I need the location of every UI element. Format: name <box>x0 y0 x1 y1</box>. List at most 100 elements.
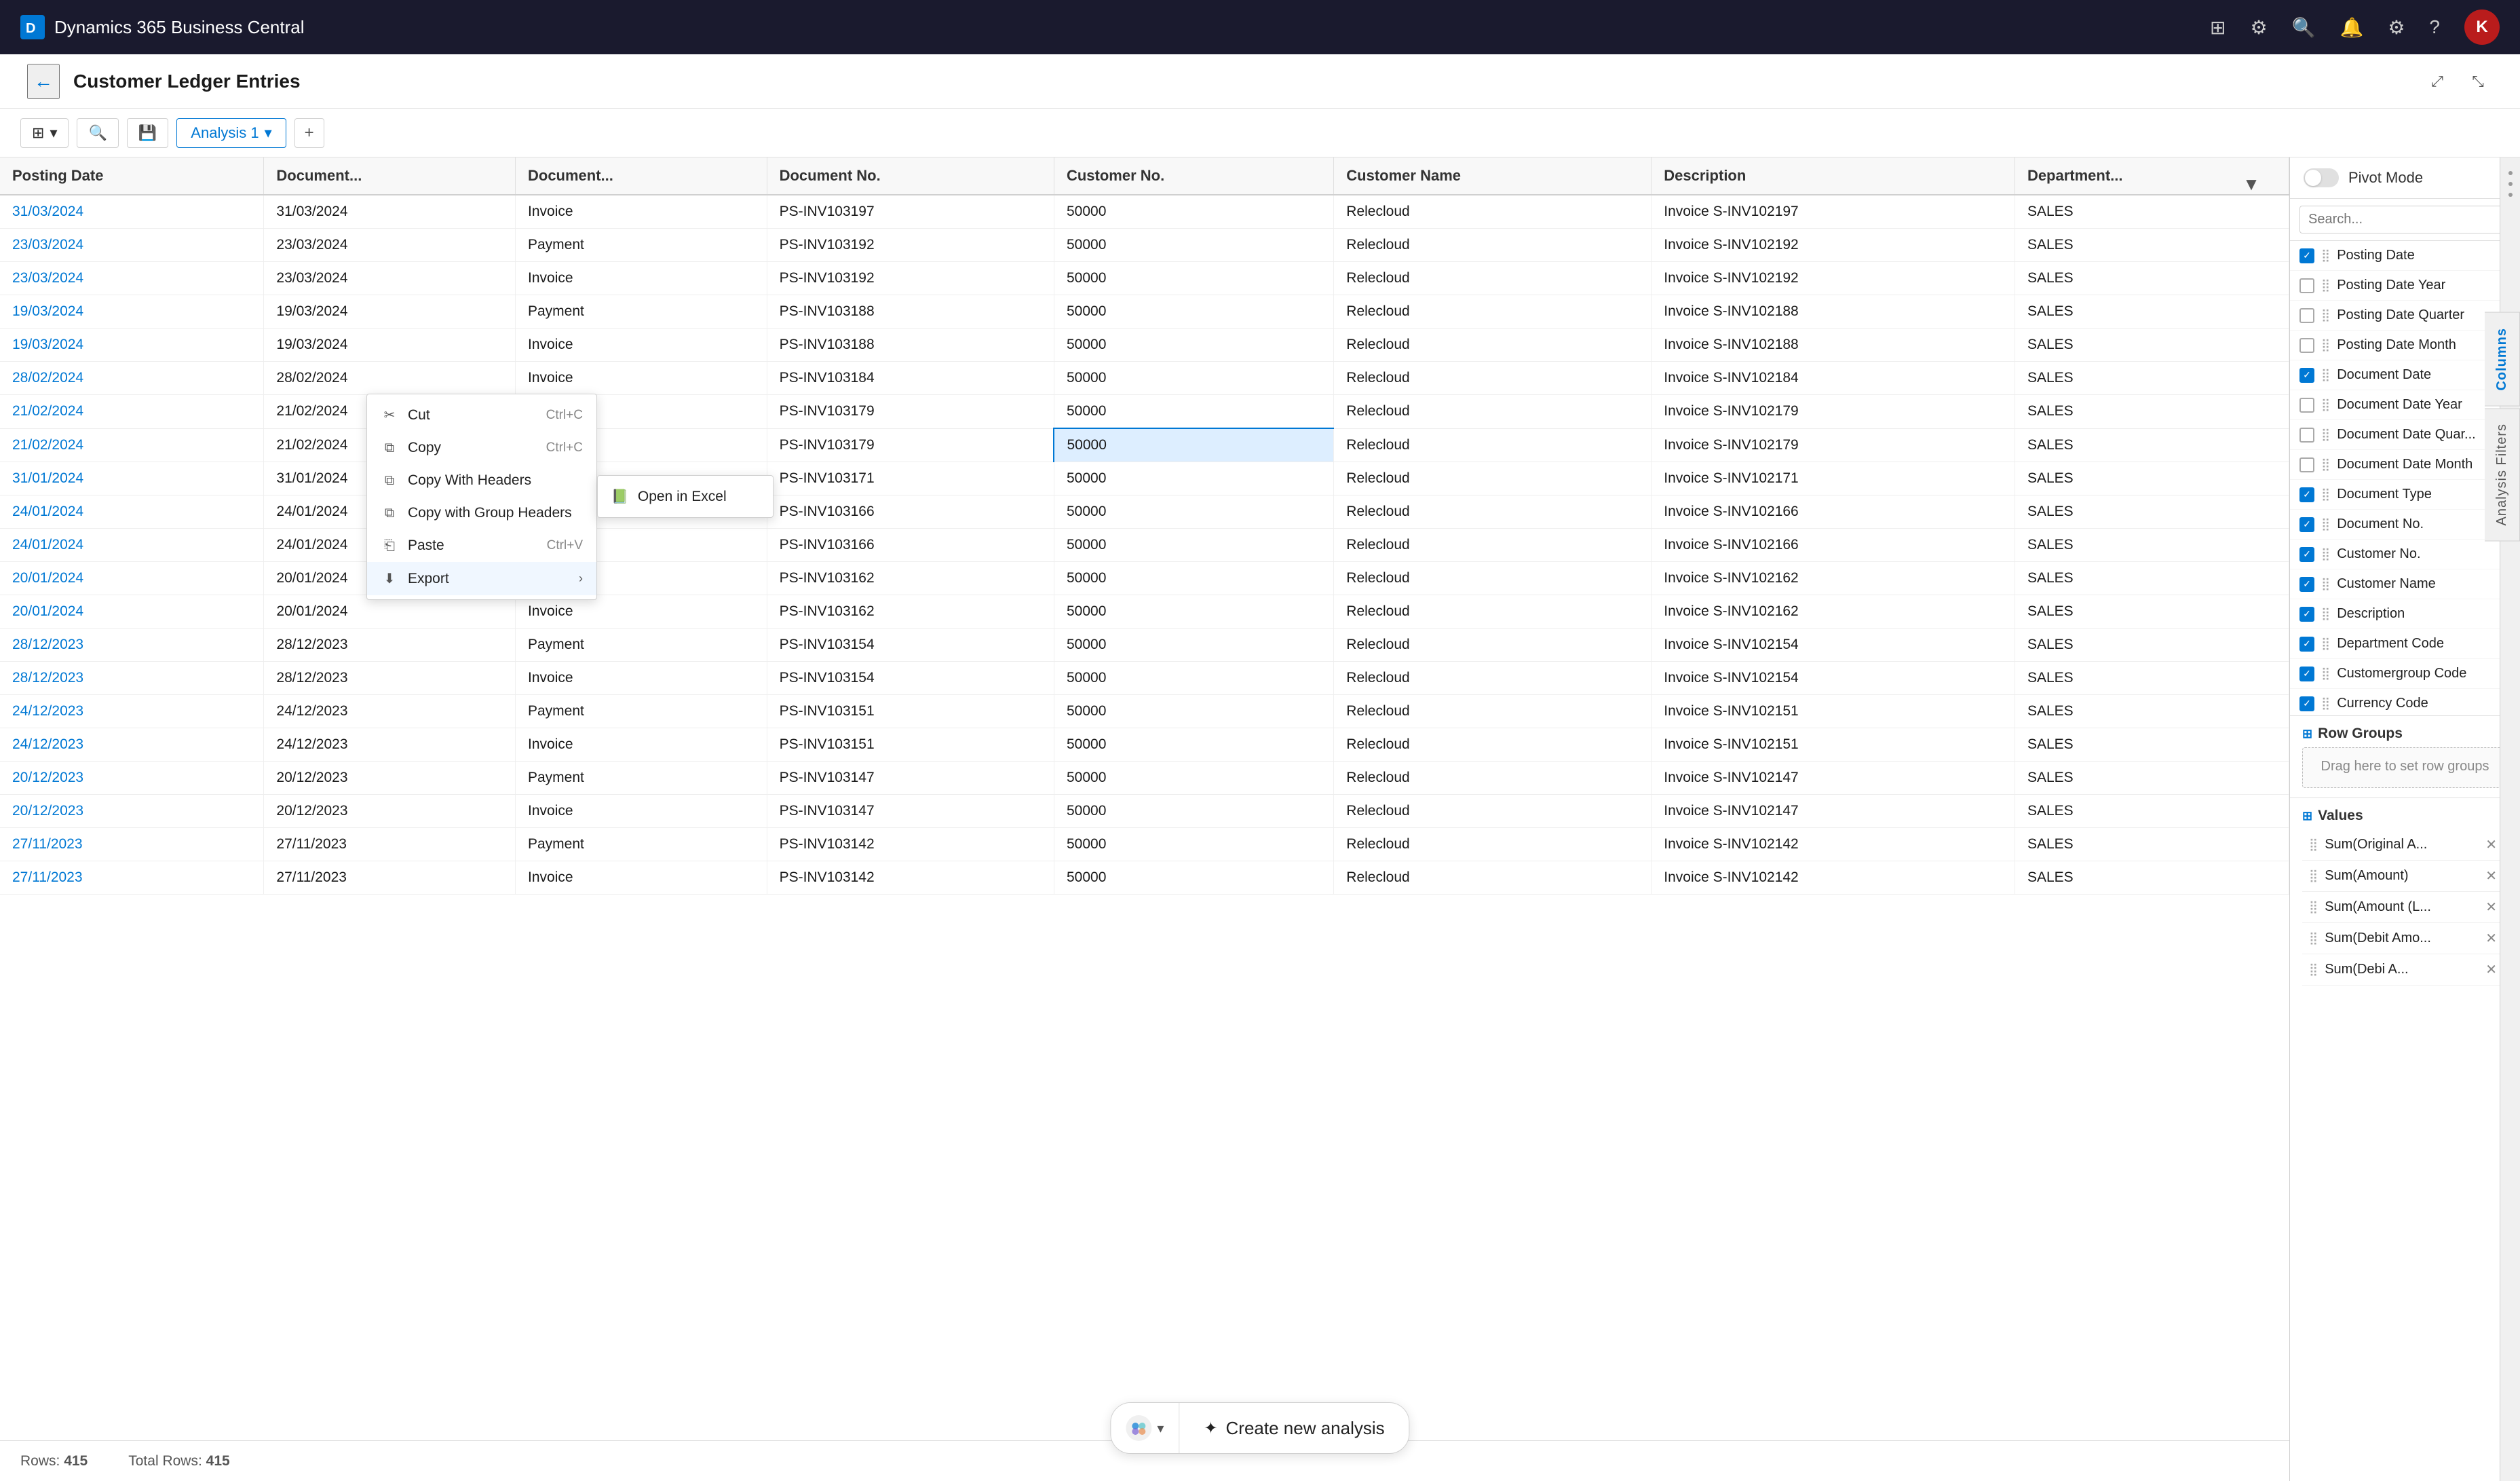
posting-date-link[interactable]: 23/03/2024 <box>12 237 83 252</box>
ctx-copy[interactable]: ⧉ Copy Ctrl+C <box>367 432 596 464</box>
table-row[interactable]: 19/03/2024 19/03/2024 Payment PS-INV1031… <box>0 295 2289 329</box>
value-remove-button[interactable]: ✕ <box>2481 866 2501 886</box>
posting-date-link[interactable]: 31/03/2024 <box>12 204 83 219</box>
posting-date-link[interactable]: 19/03/2024 <box>12 303 83 319</box>
posting-date-link[interactable]: 27/11/2023 <box>12 869 83 885</box>
bell-icon[interactable]: 🔔 <box>2340 16 2363 39</box>
col-header-description[interactable]: Description <box>1652 157 2015 195</box>
value-remove-button[interactable]: ✕ <box>2481 929 2501 948</box>
table-row[interactable]: 28/12/2023 28/12/2023 Invoice PS-INV1031… <box>0 662 2289 695</box>
col-checkbox[interactable]: ✓ <box>2299 547 2314 562</box>
table-row[interactable]: 20/12/2023 20/12/2023 Invoice PS-INV1031… <box>0 795 2289 828</box>
bottom-bar-logo-btn[interactable]: ▾ <box>1111 1403 1179 1453</box>
table-row[interactable]: 20/12/2023 20/12/2023 Payment PS-INV1031… <box>0 762 2289 795</box>
col-checkbox[interactable] <box>2299 398 2314 413</box>
table-row[interactable]: 21/02/2024 21/02/2024 Payment PS-INV1031… <box>0 395 2289 429</box>
posting-date-link[interactable]: 23/03/2024 <box>12 270 83 286</box>
column-list-item[interactable]: ✓ ⣿ Posting Date <box>2290 241 2520 271</box>
table-row[interactable]: 31/03/2024 31/03/2024 Invoice PS-INV1031… <box>0 195 2289 229</box>
table-row[interactable]: 20/01/2024 20/01/2024 Payment PS-INV1031… <box>0 562 2289 595</box>
search-icon[interactable]: 🔍 <box>2292 16 2316 39</box>
ctx-paste[interactable]: ⎗ Paste Ctrl+V <box>367 529 596 562</box>
posting-date-link[interactable]: 28/02/2024 <box>12 370 83 386</box>
filter-button[interactable]: ▼ <box>2234 166 2269 202</box>
value-remove-button[interactable]: ✕ <box>2481 960 2501 979</box>
table-row[interactable]: 23/03/2024 23/03/2024 Invoice PS-INV1031… <box>0 262 2289 295</box>
table-row[interactable]: 21/02/2024 21/02/2024 Invoice PS-INV1031… <box>0 428 2289 462</box>
col-header-document-type[interactable]: Document... <box>516 157 767 195</box>
ctx-copy-headers[interactable]: ⧉ Copy With Headers <box>367 464 596 497</box>
ctx-copy-group-headers[interactable]: ⧉ Copy with Group Headers <box>367 497 596 529</box>
table-row[interactable]: 24/01/2024 24/01/2024 Invoice PS-INV1031… <box>0 529 2289 562</box>
col-header-customer-name[interactable]: Customer Name <box>1334 157 1652 195</box>
col-checkbox[interactable]: ✓ <box>2299 637 2314 652</box>
col-checkbox[interactable]: ✓ <box>2299 577 2314 592</box>
posting-date-link[interactable]: 28/12/2023 <box>12 637 83 652</box>
col-checkbox[interactable] <box>2299 308 2314 323</box>
posting-date-link[interactable]: 27/11/2023 <box>12 836 83 852</box>
settings-icon[interactable]: ⚙ <box>2250 16 2267 39</box>
posting-date-link[interactable]: 28/12/2023 <box>12 670 83 686</box>
table-row[interactable]: 28/12/2023 28/12/2023 Payment PS-INV1031… <box>0 629 2289 662</box>
col-checkbox[interactable] <box>2299 428 2314 443</box>
col-checkbox[interactable]: ✓ <box>2299 607 2314 622</box>
column-list-item[interactable]: ✓ ⣿ Currency Code <box>2290 689 2520 716</box>
col-checkbox[interactable]: ✓ <box>2299 248 2314 263</box>
save-button[interactable]: 💾 <box>127 118 168 148</box>
posting-date-link[interactable]: 21/02/2024 <box>12 403 83 419</box>
posting-date-link[interactable]: 20/01/2024 <box>12 603 83 619</box>
table-row[interactable]: 27/11/2023 27/11/2023 Invoice PS-INV1031… <box>0 861 2289 895</box>
col-checkbox[interactable] <box>2299 278 2314 293</box>
col-header-posting-date[interactable]: Posting Date <box>0 157 264 195</box>
apps-icon[interactable]: ⊞ <box>2210 16 2226 39</box>
col-checkbox[interactable]: ✓ <box>2299 487 2314 502</box>
column-list-item[interactable]: ✓ ⣿ Customergroup Code <box>2290 659 2520 689</box>
side-tab-analysis-filters[interactable]: Analysis Filters <box>2485 408 2520 541</box>
table-row[interactable]: 24/12/2023 24/12/2023 Payment PS-INV1031… <box>0 695 2289 728</box>
posting-date-link[interactable]: 24/01/2024 <box>12 537 83 552</box>
col-checkbox[interactable]: ✓ <box>2299 517 2314 532</box>
ctx-cut[interactable]: ✂ Cut Ctrl+C <box>367 398 596 432</box>
col-checkbox[interactable]: ✓ <box>2299 368 2314 383</box>
search-button[interactable]: 🔍 <box>77 118 118 148</box>
col-checkbox[interactable] <box>2299 338 2314 353</box>
view-options-button[interactable]: ⊞ ▾ <box>20 118 69 148</box>
col-checkbox[interactable]: ✓ <box>2299 696 2314 711</box>
column-list-item[interactable]: ✓ ⣿ Description <box>2290 599 2520 629</box>
col-header-customer-no[interactable]: Customer No. <box>1054 157 1333 195</box>
table-row[interactable]: 24/01/2024 24/01/2024 Payment PS-INV1031… <box>0 495 2289 529</box>
posting-date-link[interactable]: 24/12/2023 <box>12 703 83 719</box>
col-checkbox[interactable] <box>2299 457 2314 472</box>
column-list-item[interactable]: ⣿ Posting Date Year <box>2290 271 2520 301</box>
column-list-item[interactable]: ✓ ⣿ Customer Name <box>2290 569 2520 599</box>
table-row[interactable]: 19/03/2024 19/03/2024 Invoice PS-INV1031… <box>0 329 2289 362</box>
posting-date-link[interactable]: 31/01/2024 <box>12 470 83 486</box>
table-row[interactable]: 23/03/2024 23/03/2024 Payment PS-INV1031… <box>0 229 2289 262</box>
posting-date-link[interactable]: 20/01/2024 <box>12 570 83 586</box>
analysis-tab-button[interactable]: Analysis 1 ▾ <box>176 118 286 148</box>
side-tab-columns[interactable]: Columns <box>2485 312 2520 407</box>
column-list-item[interactable]: ✓ ⣿ Customer No. <box>2290 540 2520 569</box>
posting-date-link[interactable]: 24/12/2023 <box>12 736 83 752</box>
gear-icon[interactable]: ⚙ <box>2388 16 2405 39</box>
create-new-analysis-button[interactable]: ✦ Create new analysis <box>1179 1406 1409 1451</box>
expand-icon[interactable]: ⤢ <box>2422 67 2452 96</box>
col-checkbox[interactable]: ✓ <box>2299 667 2314 681</box>
collapse-icon[interactable]: ⤡ <box>2463 67 2493 96</box>
back-button[interactable]: ← <box>27 64 60 99</box>
value-remove-button[interactable]: ✕ <box>2481 897 2501 917</box>
col-header-document-date[interactable]: Document... <box>264 157 516 195</box>
columns-search-input[interactable] <box>2299 206 2511 233</box>
add-analysis-button[interactable]: + <box>294 118 324 148</box>
posting-date-link[interactable]: 24/01/2024 <box>12 504 83 519</box>
row-groups-drop-zone[interactable]: Drag here to set row groups <box>2302 747 2508 788</box>
posting-date-link[interactable]: 20/12/2023 <box>12 770 83 785</box>
column-list-item[interactable]: ✓ ⣿ Department Code <box>2290 629 2520 659</box>
col-header-document-no[interactable]: Document No. <box>767 157 1054 195</box>
user-avatar[interactable]: K <box>2464 10 2500 45</box>
help-icon[interactable]: ? <box>2429 16 2440 38</box>
export-excel-item[interactable]: 📗 Open in Excel <box>598 480 773 513</box>
table-row[interactable]: 20/01/2024 20/01/2024 Invoice PS-INV1031… <box>0 595 2289 629</box>
value-remove-button[interactable]: ✕ <box>2481 835 2501 855</box>
table-scroll-wrapper[interactable]: Posting Date Document... Document... Doc… <box>0 157 2289 1440</box>
